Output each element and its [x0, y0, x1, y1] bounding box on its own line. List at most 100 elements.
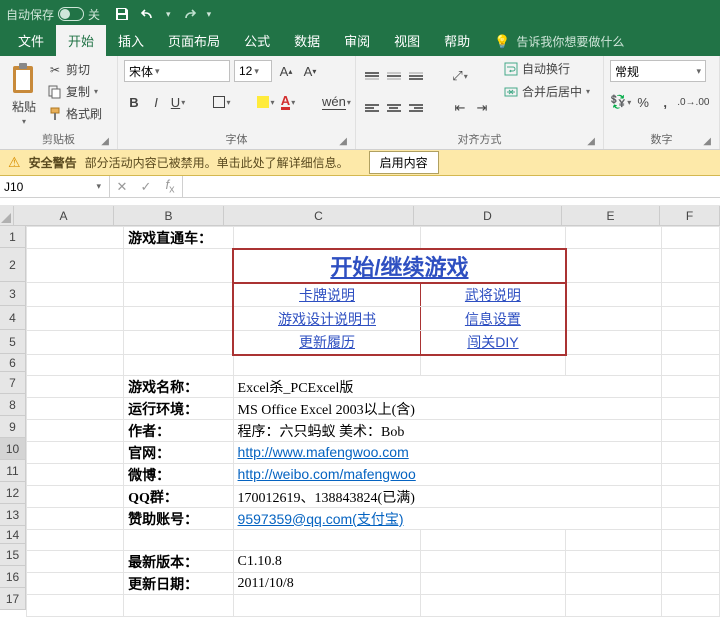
comma-button[interactable]: ,	[655, 92, 675, 112]
tab-help[interactable]: 帮助	[432, 25, 482, 56]
borders-button[interactable]: ▾	[212, 92, 232, 112]
cell[interactable]	[566, 530, 661, 551]
cell[interactable]	[661, 442, 719, 464]
accounting-format-button[interactable]: 💱▾	[610, 92, 631, 112]
cut-button[interactable]: ✂ 剪切	[46, 60, 104, 79]
info-value[interactable]: Excel杀_PCExcel版	[233, 376, 661, 398]
row-header[interactable]: 8	[0, 394, 26, 416]
row-header[interactable]: 10	[0, 438, 26, 460]
cell[interactable]	[27, 573, 124, 595]
font-size-combo[interactable]: 12▾	[234, 60, 272, 82]
tab-insert[interactable]: 插入	[106, 25, 156, 56]
row-header[interactable]: 6	[0, 354, 26, 372]
info-value[interactable]: 2011/10/8	[233, 573, 420, 595]
select-all-corner[interactable]	[0, 206, 14, 226]
dialog-launcher-icon[interactable]: ◢	[587, 136, 595, 147]
cell[interactable]	[420, 355, 565, 376]
row-header[interactable]: 3	[0, 282, 26, 306]
phonetic-button[interactable]: wén▾	[322, 92, 351, 112]
cell[interactable]	[566, 249, 661, 283]
fx-button[interactable]: fx	[158, 177, 182, 196]
cell[interactable]	[420, 530, 565, 551]
column-header[interactable]: F	[660, 206, 720, 226]
tab-layout[interactable]: 页面布局	[156, 25, 232, 56]
decrease-indent-button[interactable]: ⇤	[450, 98, 470, 118]
increase-decimal-button[interactable]: .0→.00	[677, 92, 709, 112]
info-value[interactable]: MS Office Excel 2003以上(含)	[233, 398, 661, 420]
underline-button[interactable]: U▾	[168, 92, 188, 112]
column-header[interactable]: E	[562, 206, 660, 226]
info-label[interactable]: 更新日期：	[124, 573, 233, 595]
menu-item[interactable]: 信息设置	[420, 307, 565, 331]
cell[interactable]	[661, 398, 719, 420]
formula-input[interactable]	[183, 176, 720, 197]
tab-home[interactable]: 开始	[56, 25, 106, 56]
percent-button[interactable]: %	[633, 92, 653, 112]
cell[interactable]	[420, 227, 565, 249]
paste-button[interactable]: 粘贴 ▾	[6, 60, 42, 128]
tab-file[interactable]: 文件	[6, 25, 56, 56]
menu-item[interactable]: 闯关DIY	[420, 331, 565, 355]
tab-data[interactable]: 数据	[282, 25, 332, 56]
info-label[interactable]: 最新版本：	[124, 551, 233, 573]
cell[interactable]	[661, 307, 719, 331]
increase-indent-button[interactable]: ⇥	[472, 98, 492, 118]
row-header[interactable]: 15	[0, 544, 26, 566]
column-header[interactable]: C	[224, 206, 414, 226]
dialog-launcher-icon[interactable]: ◢	[101, 136, 109, 147]
menu-item[interactable]: 更新履历	[233, 331, 420, 355]
cell[interactable]	[27, 486, 124, 508]
row-header[interactable]: 9	[0, 416, 26, 438]
cell[interactable]	[566, 573, 661, 595]
hyperlink[interactable]: http://weibo.com/mafengwoo	[238, 466, 416, 482]
cell[interactable]	[27, 227, 124, 249]
cell[interactable]	[566, 551, 661, 573]
align-left-button[interactable]	[362, 98, 382, 118]
cell[interactable]	[420, 595, 565, 617]
cell[interactable]	[566, 283, 661, 307]
save-icon[interactable]	[114, 6, 130, 22]
bold-button[interactable]: B	[124, 92, 144, 112]
cell[interactable]	[661, 595, 719, 617]
column-header[interactable]: B	[114, 206, 224, 226]
row-header[interactable]: 14	[0, 526, 26, 544]
cell[interactable]	[124, 595, 233, 617]
cell[interactable]	[27, 355, 124, 376]
align-center-button[interactable]	[384, 98, 404, 118]
undo-icon[interactable]	[140, 6, 156, 22]
fill-color-button[interactable]: ▾	[256, 92, 276, 112]
cell[interactable]	[566, 227, 661, 249]
worksheet-grid[interactable]: ABCDEF 1234567891011121314151617 游戏直通车：开…	[0, 206, 720, 626]
cancel-formula-button[interactable]: ✕	[110, 179, 134, 195]
cell[interactable]	[661, 573, 719, 595]
orientation-button[interactable]: ⤢▾	[450, 66, 470, 86]
row-header[interactable]: 7	[0, 372, 26, 394]
accept-formula-button[interactable]: ✓	[134, 179, 158, 195]
cell[interactable]	[661, 530, 719, 551]
info-value[interactable]: 9597359@qq.com(支付宝)	[233, 508, 661, 530]
cell[interactable]	[124, 283, 233, 307]
redo-icon[interactable]	[181, 6, 197, 22]
cell[interactable]	[27, 249, 124, 283]
game-menu-link[interactable]: 闯关DIY	[467, 334, 518, 350]
cell[interactable]	[661, 355, 719, 376]
row-header[interactable]: 17	[0, 588, 26, 610]
cell[interactable]	[233, 595, 420, 617]
autosave-toggle[interactable]: 自动保存 关	[6, 6, 100, 23]
cell[interactable]	[233, 530, 420, 551]
row-header[interactable]: 1	[0, 226, 26, 248]
cell[interactable]	[27, 551, 124, 573]
cell[interactable]	[27, 464, 124, 486]
info-label[interactable]: 赞助账号：	[124, 508, 233, 530]
align-middle-button[interactable]	[384, 66, 404, 86]
info-label[interactable]: 作者：	[124, 420, 233, 442]
info-label[interactable]: 运行环境：	[124, 398, 233, 420]
font-color-button[interactable]: A▾	[278, 92, 298, 112]
cell[interactable]	[27, 398, 124, 420]
cell[interactable]	[27, 283, 124, 307]
label-game-shortcut[interactable]: 游戏直通车：	[124, 227, 233, 249]
info-value[interactable]: 程序：六只蚂蚁 美术：Bob	[233, 420, 661, 442]
cell[interactable]	[420, 551, 565, 573]
cell[interactable]	[27, 307, 124, 331]
game-menu-link[interactable]: 更新履历	[299, 334, 355, 350]
